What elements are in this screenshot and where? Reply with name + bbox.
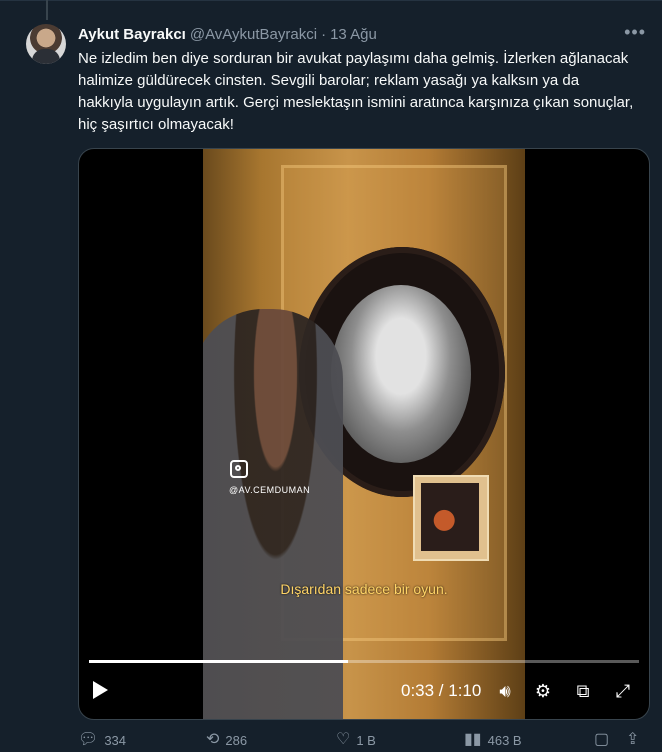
fullscreen-icon[interactable]: ⤢ [611,679,635,703]
play-icon[interactable] [93,681,108,699]
separator-dot: · [321,25,327,43]
watermark-handle: @AV.CEMDUMAN [229,485,311,495]
video-subtitle: Dışarıdan sadece bir oyun. [280,581,448,597]
tweet-date[interactable]: 13 Ağu [330,26,377,43]
top-divider [0,0,662,1]
instagram-icon [230,460,248,478]
tweet-text: Ne izledim ben diye sorduran bir avukat … [78,50,634,133]
like-count: 1 B [356,732,376,748]
view-count: 463 B [487,732,522,748]
man-in-suit [203,309,343,719]
reply-count: 334 [104,732,127,748]
time-display: 0:33 / 1:10 [401,681,482,700]
settings-icon[interactable]: ⚙ [531,679,555,703]
avatar-shirt [32,49,60,64]
author-handle[interactable]: @AvAykutBayrakci [190,26,317,43]
more-horizontal-icon[interactable]: ••• [624,22,646,43]
tweet-actions: 💬︎ 334 ⟲ 286 ♡ 1 B ▮▮ 463 B ▢ ⇪ [78,732,648,752]
author-name[interactable]: Aykut Bayrakcı [78,26,186,43]
video-player[interactable]: @AV.CEMDUMAN Dışarıdan sadece bir oyun. … [78,148,650,720]
avatar[interactable] [26,24,66,64]
desk-photo [421,483,479,551]
thread-connector [46,0,48,20]
progress-track[interactable] [89,660,639,663]
tweet-header: Aykut Bayrakcı @AvAykutBayrakci · 13 Ağu [78,24,377,44]
retweet-count: 286 [225,732,248,748]
portrait-photo [331,285,471,463]
volume-icon[interactable]: 🔊︎ [493,679,517,703]
video-frame[interactable]: @AV.CEMDUMAN Dışarıdan sadece bir oyun. [203,149,525,719]
desk-photo-frame [413,475,489,561]
pip-icon[interactable]: ⧉ [571,679,595,703]
progress-fill [89,660,348,663]
